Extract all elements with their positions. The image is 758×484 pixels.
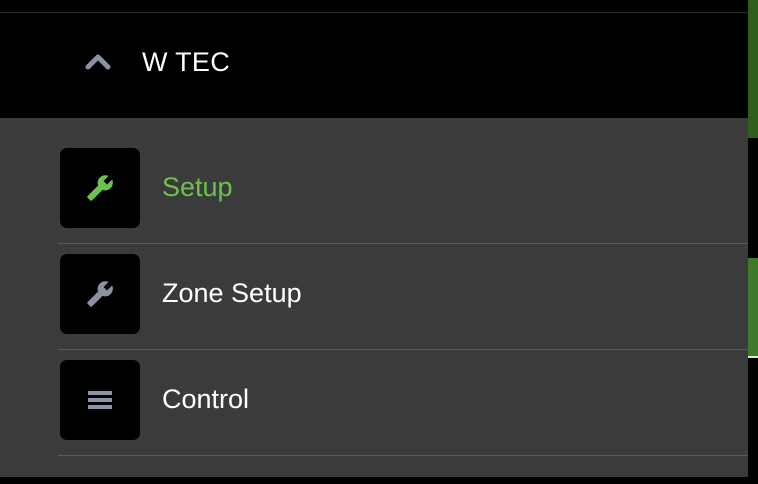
- scrollbar-thumb[interactable]: [748, 258, 758, 358]
- menu-item-label: Setup: [162, 172, 233, 202]
- wrench-icon: [87, 281, 113, 307]
- icon-tile: [60, 360, 140, 440]
- scrollbar[interactable]: [748, 0, 758, 484]
- group-header-w-tec[interactable]: W TEC: [0, 13, 748, 118]
- navigation-menu: W TEC Setup Zone Setup Control: [0, 0, 748, 484]
- submenu-list: Setup Zone Setup Control: [0, 118, 748, 477]
- chevron-up-icon: [85, 54, 111, 70]
- menu-item-control[interactable]: Control: [58, 350, 748, 456]
- group-title: W TEC: [142, 47, 230, 77]
- app-root: W TEC Setup Zone Setup Control: [0, 0, 758, 484]
- menu-item-label: Control: [162, 384, 250, 414]
- wrench-icon: [87, 175, 113, 201]
- bottom-divider: [0, 477, 748, 484]
- menu-item-setup[interactable]: Setup: [58, 138, 748, 244]
- icon-tile: [60, 254, 140, 334]
- menu-item-label: Zone Setup: [162, 278, 302, 308]
- menu-item-zone-setup[interactable]: Zone Setup: [58, 244, 748, 350]
- hamburger-menu-icon: [88, 391, 112, 409]
- icon-tile: [60, 148, 140, 228]
- scrollbar-track-segment: [748, 0, 758, 138]
- top-divider: [0, 0, 748, 13]
